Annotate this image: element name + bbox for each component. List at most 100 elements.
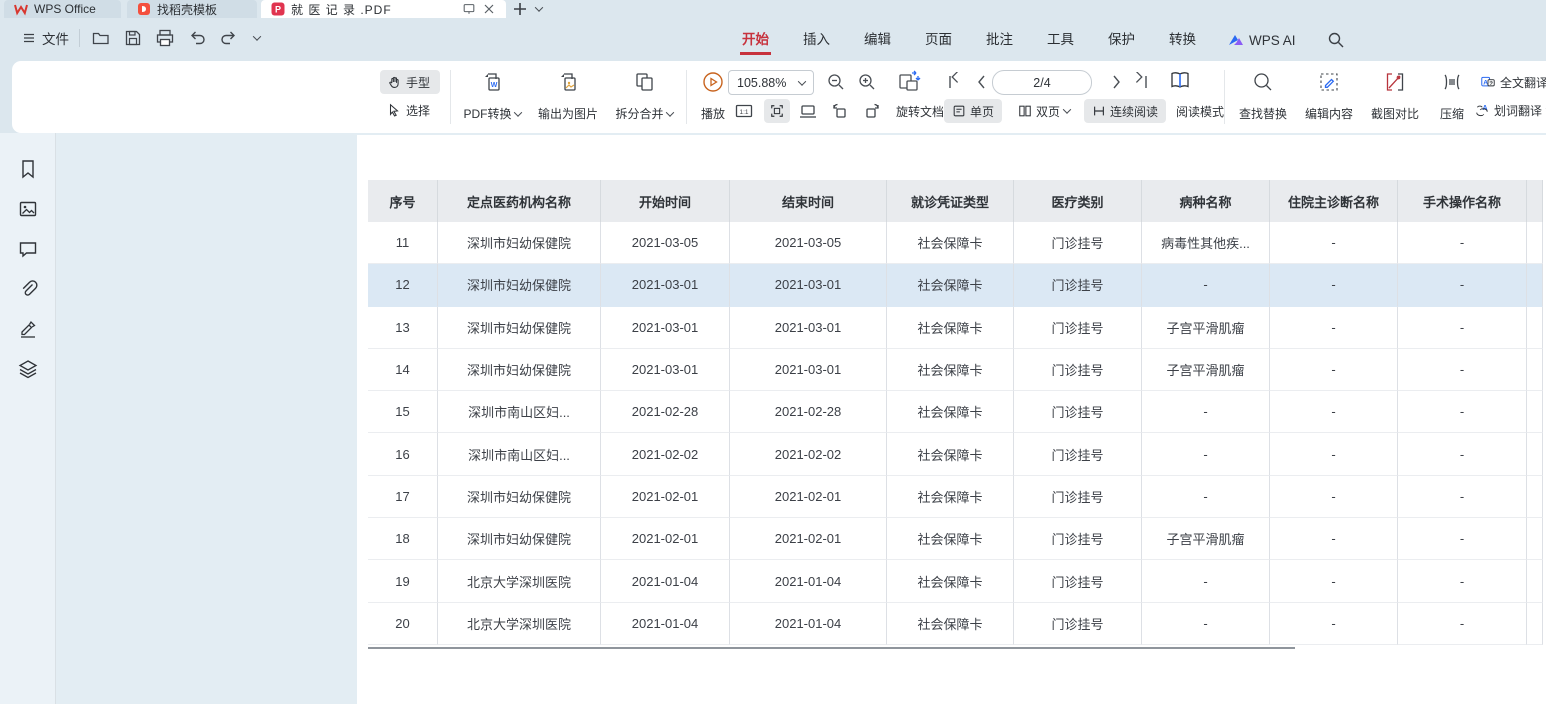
menu-item-page[interactable]: 页面 <box>923 25 954 55</box>
table-cell <box>1527 433 1543 475</box>
table-body: 11深圳市妇幼保健院2021-03-052021-03-05社会保障卡门诊挂号病… <box>368 222 1543 645</box>
zoom-in-icon[interactable] <box>857 72 877 92</box>
double-page-button[interactable]: 双页 <box>1012 99 1076 123</box>
rotate-document-button[interactable]: 旋转文档 <box>896 99 944 123</box>
play-icon <box>701 70 725 94</box>
layers-panel-icon[interactable] <box>17 358 39 380</box>
cursor-icon <box>387 103 401 117</box>
hand-tool-button[interactable]: 手型 <box>380 70 440 94</box>
menu-item-home[interactable]: 开始 <box>740 25 771 55</box>
prev-page-icon[interactable] <box>972 72 992 92</box>
undo-button[interactable] <box>186 27 208 49</box>
table-cell: 2021-03-01 <box>601 349 730 391</box>
zoom-level-select[interactable]: 105.88% <box>728 70 814 95</box>
table-cell: - <box>1142 264 1270 306</box>
fit-page-button[interactable] <box>764 99 790 123</box>
attachments-panel-icon[interactable] <box>17 278 39 300</box>
select-tool-button[interactable]: 选择 <box>380 98 440 122</box>
divider <box>686 70 687 124</box>
table-cell: 社会保障卡 <box>887 349 1014 391</box>
table-row: 13深圳市妇幼保健院2021-03-012021-03-01社会保障卡门诊挂号子… <box>368 307 1543 349</box>
next-page-icon[interactable] <box>1106 72 1126 92</box>
thumbnails-panel-icon[interactable] <box>17 198 39 220</box>
close-tab-icon[interactable] <box>482 2 496 16</box>
table-cell: 社会保障卡 <box>887 307 1014 349</box>
menu-item-tools[interactable]: 工具 <box>1045 25 1076 55</box>
table-cell <box>1527 307 1543 349</box>
table-header-cell <box>1527 180 1543 222</box>
read-mode-button[interactable]: 阅读模式 <box>1176 99 1224 123</box>
bookmarks-panel-icon[interactable] <box>17 158 39 180</box>
actual-size-button[interactable]: 1:1 <box>734 99 754 123</box>
last-page-icon[interactable] <box>1132 72 1152 92</box>
find-replace-button[interactable]: 查找替换 <box>1232 68 1294 126</box>
page-number-input[interactable]: 2/4 <box>992 70 1092 95</box>
table-cell: 子宫平滑肌瘤 <box>1142 307 1270 349</box>
table-cell <box>1527 518 1543 560</box>
fit-width-button[interactable] <box>798 99 818 123</box>
table-cell: - <box>1270 476 1398 518</box>
svg-text:1:1: 1:1 <box>739 109 748 116</box>
svg-text:W: W <box>491 82 498 89</box>
table-cell: 2021-03-01 <box>601 264 730 306</box>
table-header-cell: 开始时间 <box>601 180 730 222</box>
wps-logo-icon <box>14 2 28 16</box>
menu-bar: 文件 开始 插入 编辑 页面 批注 工具 保护 转换 WPS A <box>0 18 1546 60</box>
screenshot-compare-button[interactable]: 截图对比 <box>1364 68 1426 126</box>
split-merge-button[interactable]: 拆分合并 <box>608 68 680 126</box>
table-cell: 北京大学深圳医院 <box>438 560 601 602</box>
rotate-right-button[interactable] <box>862 99 882 123</box>
table-cell: - <box>1398 264 1527 306</box>
wps-ai-button[interactable]: WPS AI <box>1228 33 1296 48</box>
menu-item-comment[interactable]: 批注 <box>984 25 1015 55</box>
menu-item-convert[interactable]: 转换 <box>1167 25 1198 55</box>
single-page-button[interactable]: 单页 <box>944 99 1002 123</box>
tab-docer-templates[interactable]: 找稻壳模板 <box>127 0 257 18</box>
quick-access-dropdown[interactable] <box>250 27 264 49</box>
menu-item-protect[interactable]: 保护 <box>1106 25 1137 55</box>
print-button[interactable] <box>154 27 176 49</box>
table-cell: 19 <box>368 560 438 602</box>
open-file-button[interactable] <box>90 27 112 49</box>
table-cell: 2021-02-01 <box>730 476 887 518</box>
table-cell: - <box>1142 433 1270 475</box>
word-translate-icon: A <box>1475 103 1489 117</box>
search-icon[interactable] <box>1326 30 1346 50</box>
save-button[interactable] <box>122 27 144 49</box>
table-cell: 门诊挂号 <box>1014 433 1142 475</box>
float-window-icon[interactable] <box>462 2 476 16</box>
document-workspace: 序号定点医药机构名称开始时间结束时间就诊凭证类型医疗类别病种名称住院主诊断名称手… <box>0 133 1546 704</box>
find-replace-label: 查找替换 <box>1239 105 1287 122</box>
table-cell: 16 <box>368 433 438 475</box>
continuous-read-button[interactable]: 连续阅读 <box>1084 99 1166 123</box>
chevron-down-icon <box>253 32 261 40</box>
hand-tool-label: 手型 <box>406 74 430 91</box>
menu-item-insert[interactable]: 插入 <box>801 25 832 55</box>
word-translate-button[interactable]: A 划词翻译 <box>1468 98 1546 122</box>
table-cell: 社会保障卡 <box>887 222 1014 264</box>
menu-item-edit[interactable]: 编辑 <box>862 25 893 55</box>
export-image-button[interactable]: 输出为图片 <box>530 68 606 126</box>
table-cell: 门诊挂号 <box>1014 264 1142 306</box>
save-icon <box>123 28 143 48</box>
edit-content-button[interactable]: 编辑内容 <box>1298 68 1360 126</box>
comments-panel-icon[interactable] <box>17 238 39 260</box>
new-tab-button[interactable] <box>512 0 528 18</box>
rotate-document-icon[interactable] <box>896 69 922 95</box>
first-page-icon[interactable] <box>944 72 964 92</box>
tab-document-pdf[interactable]: P 就 医 记 录 .PDF <box>261 0 506 18</box>
table-cell: - <box>1398 433 1527 475</box>
rotate-left-button[interactable] <box>830 99 850 123</box>
pdf-convert-button[interactable]: W PDF转换 <box>456 68 528 126</box>
redo-button[interactable] <box>218 27 240 49</box>
signature-panel-icon[interactable] <box>17 318 39 340</box>
tab-list-button[interactable] <box>536 0 542 18</box>
file-menu-button[interactable]: 文件 <box>22 28 69 48</box>
table-cell: 深圳市妇幼保健院 <box>438 222 601 264</box>
table-cell: - <box>1270 349 1398 391</box>
table-cell: - <box>1270 391 1398 433</box>
rotate-document-label: 旋转文档 <box>896 103 944 120</box>
tab-wps-home[interactable]: WPS Office <box>4 0 121 18</box>
full-translate-button[interactable]: A 全文翻译 <box>1474 70 1546 94</box>
zoom-out-icon[interactable] <box>826 72 846 92</box>
